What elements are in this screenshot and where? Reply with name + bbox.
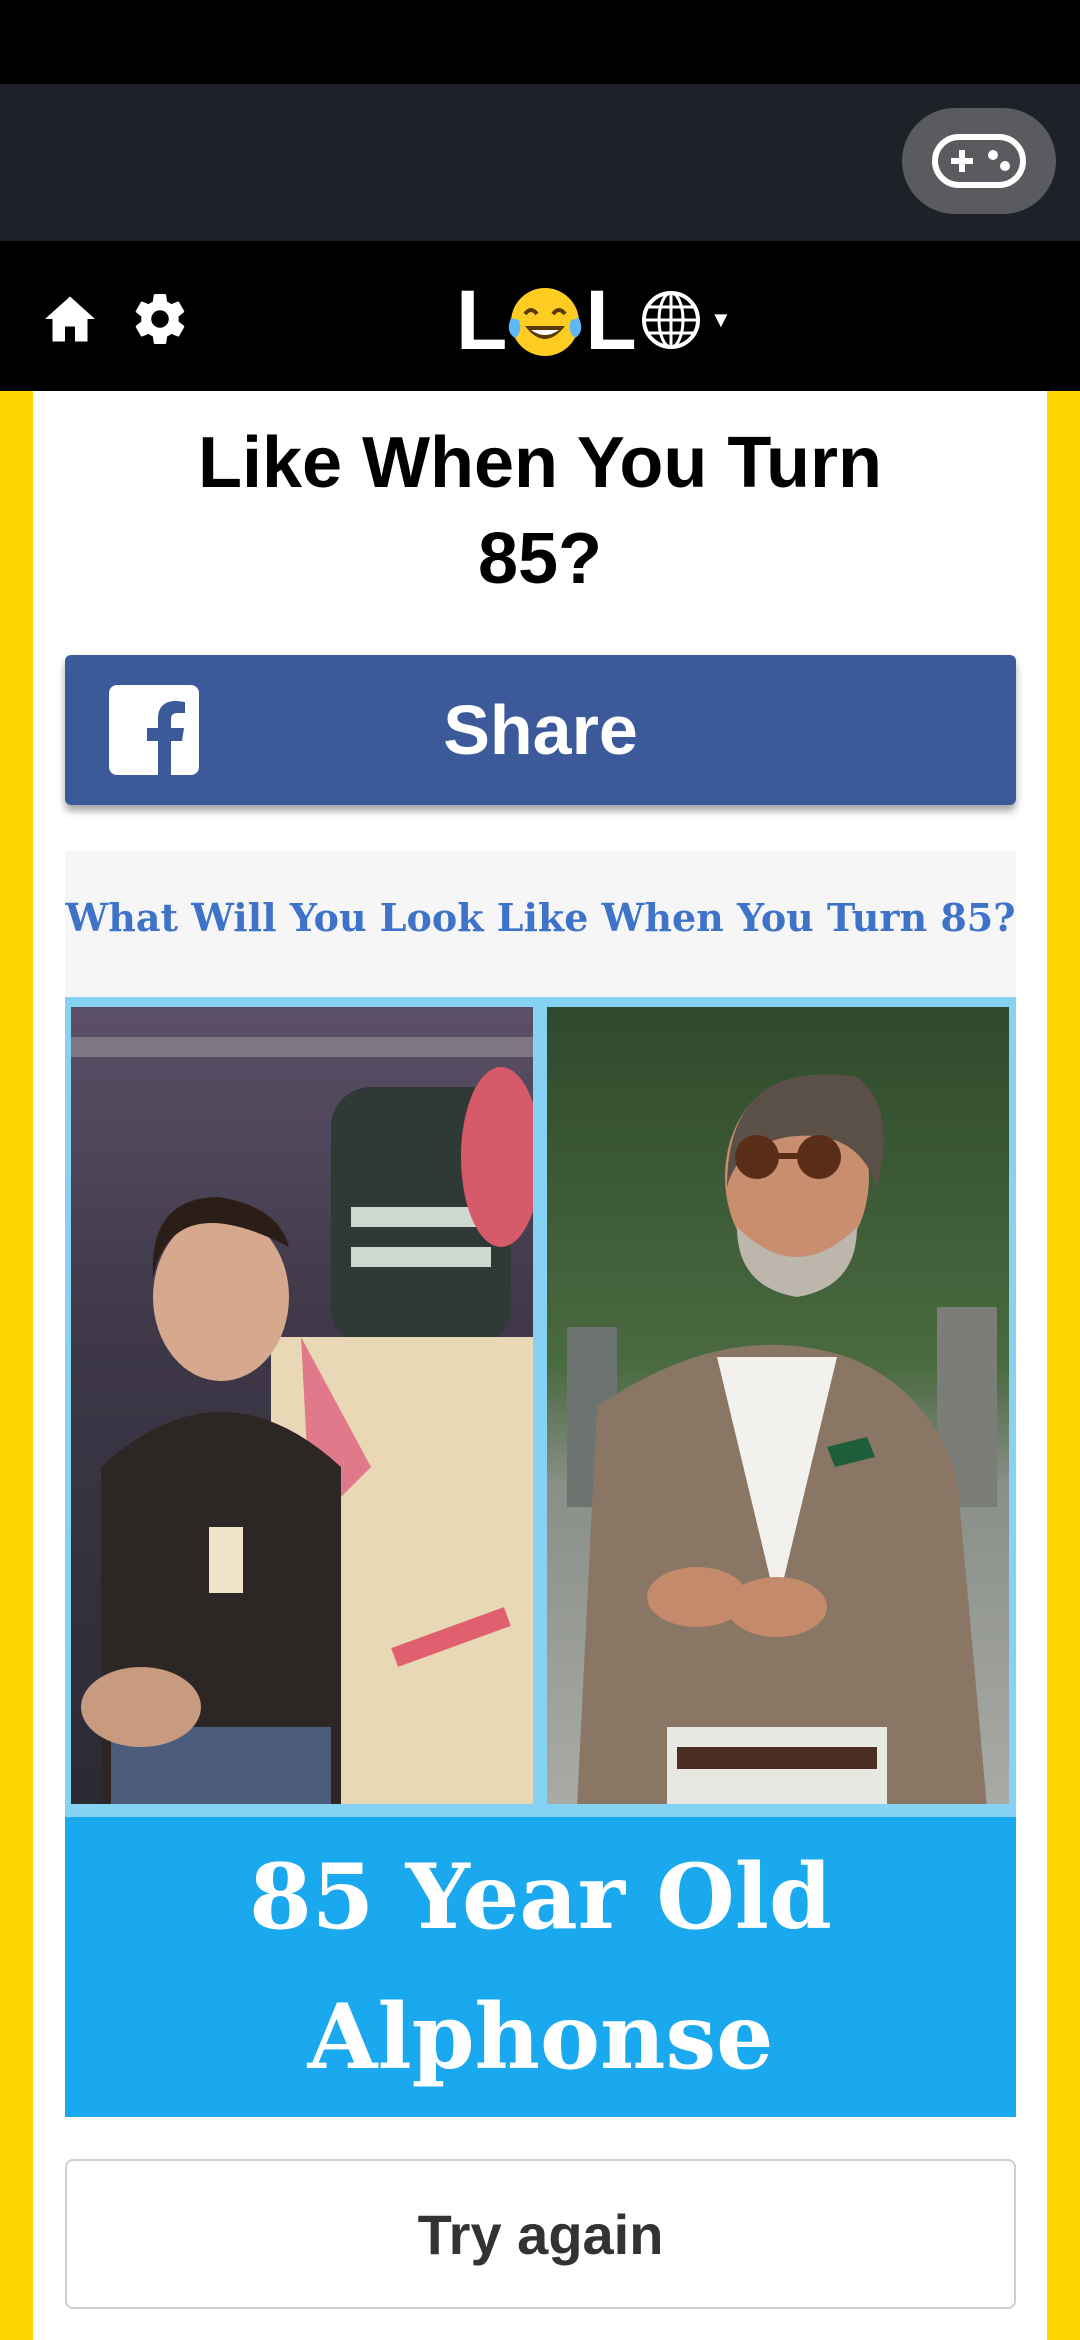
main-content: Like When You Turn 85? Share What Will Y…	[33, 391, 1047, 2340]
home-icon[interactable]	[40, 289, 100, 349]
quiz-heading: What Will You Look Like When You Turn 85…	[65, 895, 1016, 940]
caption-line-1: 85 Year Old	[249, 1844, 832, 1950]
game-toolbar	[0, 84, 1080, 241]
logo-letter-right: L	[585, 273, 636, 367]
quiz-result-card: What Will You Look Like When You Turn 85…	[65, 851, 1016, 2117]
chevron-down-icon: ▼	[710, 307, 732, 332]
result-caption: 85 Year Old Alphonse	[65, 1817, 1016, 2117]
young-photo	[71, 1007, 533, 1804]
aged-photo	[547, 1007, 1009, 1804]
language-selector[interactable]: ▼	[640, 289, 732, 351]
comparison-photos	[65, 997, 1016, 1817]
gamepad-icon	[932, 134, 1026, 188]
page-title: Like When You Turn 85?	[198, 423, 882, 599]
globe-icon	[642, 291, 700, 349]
top-nav: L L ▼	[0, 241, 1080, 391]
facebook-share-button[interactable]: Share	[65, 655, 1016, 805]
logo-letter-left: L	[456, 273, 507, 367]
caption-line-2: Alphonse	[307, 1984, 774, 2090]
status-bar	[0, 0, 1080, 84]
laughing-tears-emoji	[509, 288, 582, 356]
lol-logo[interactable]: L L	[456, 273, 637, 367]
gear-icon[interactable]	[130, 289, 190, 349]
try-again-button[interactable]: Try again	[65, 2159, 1016, 2309]
game-button[interactable]	[902, 108, 1056, 214]
share-label: Share	[443, 691, 638, 769]
facebook-icon	[109, 685, 199, 775]
